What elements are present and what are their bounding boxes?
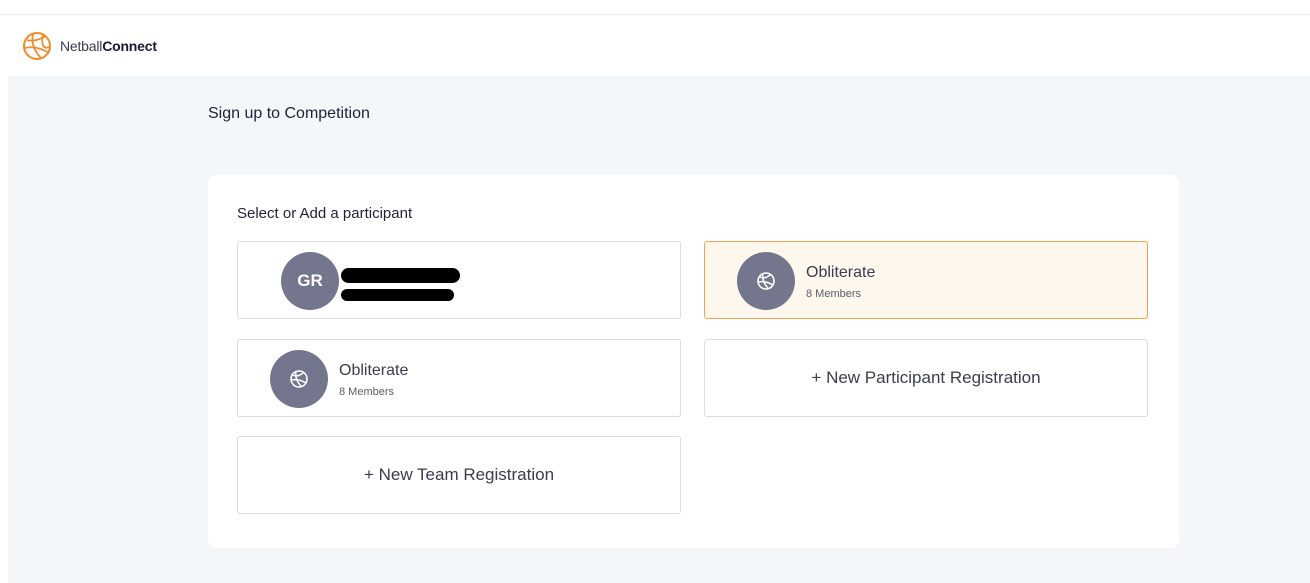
brand-name: NetballConnect [60, 38, 157, 54]
panel-heading: Select or Add a participant [237, 205, 413, 222]
netball-icon [757, 272, 775, 290]
netball-icon [290, 370, 308, 388]
brand-name-light: Netball [60, 38, 103, 54]
page-title: Sign up to Competition [208, 105, 370, 122]
new-participant-registration-label: + New Participant Registration [811, 368, 1041, 387]
team-members: 8 Members [339, 386, 395, 398]
new-team-registration-button[interactable]: + New Team Registration [237, 436, 681, 514]
team-card[interactable]: Obliterate 8 Members [237, 339, 681, 417]
team-name: Obliterate [339, 362, 409, 379]
main-content: Sign up to Competition Select or Add a p… [8, 76, 1310, 583]
team-name: Obliterate [806, 264, 876, 281]
team-members: 8 Members [806, 288, 862, 300]
participant-panel: Select or Add a participant GR Obliterat… [208, 175, 1179, 548]
team-avatar [737, 252, 795, 310]
netball-icon [23, 32, 51, 60]
new-team-registration-label: + New Team Registration [363, 465, 555, 484]
team-card-selected[interactable]: Obliterate 8 Members [704, 241, 1148, 319]
app-header: NetballConnect [0, 15, 1310, 76]
participant-card[interactable]: GR [237, 241, 681, 319]
brand-name-bold: Connect [102, 38, 157, 54]
avatar: GR [281, 252, 339, 310]
redacted-name [341, 268, 460, 283]
redacted-details [341, 289, 454, 301]
team-avatar [270, 350, 328, 408]
brand-logo[interactable]: NetballConnect [22, 31, 157, 61]
new-participant-registration-button[interactable]: + New Participant Registration [704, 339, 1148, 417]
